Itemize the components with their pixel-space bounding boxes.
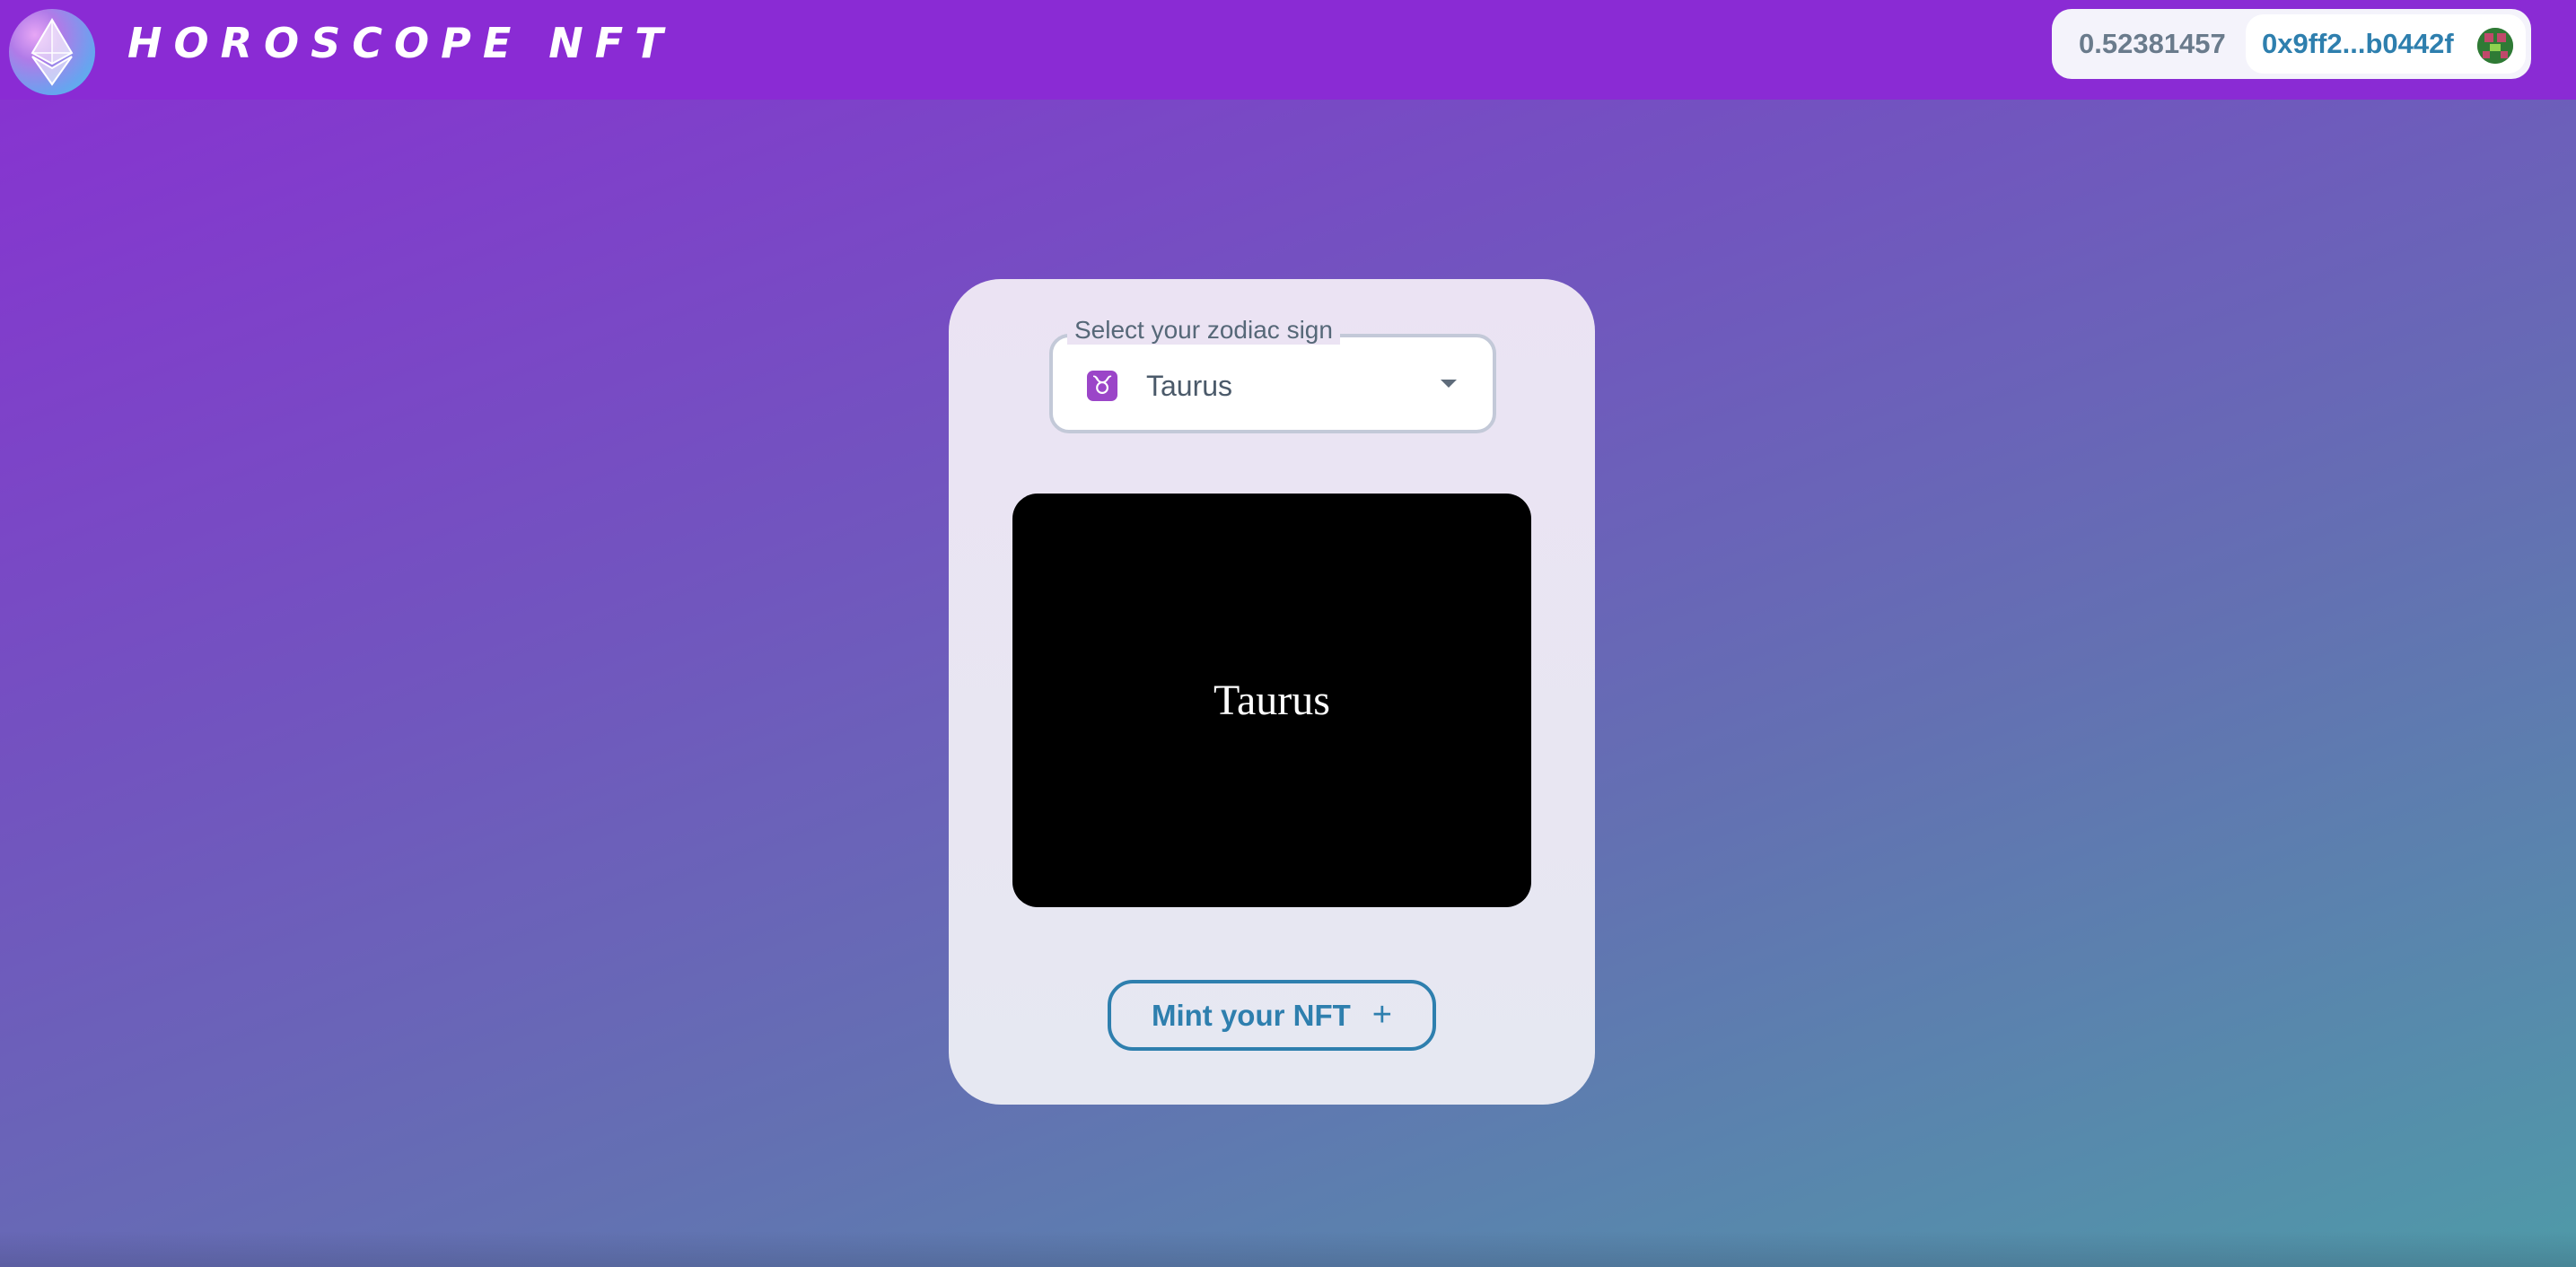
ethereum-logo-icon[interactable] xyxy=(9,9,95,95)
mint-button-label: Mint your NFT xyxy=(1151,998,1351,1032)
top-bar: HOROSCOPE NFT 0.52381457 0x9ff2...b0442f xyxy=(0,0,2576,100)
wallet-address: 0x9ff2...b0442f xyxy=(2262,28,2454,59)
taurus-icon: ♉ xyxy=(1087,371,1117,401)
wallet-widget[interactable]: 0.52381457 0x9ff2...b0442f xyxy=(2052,9,2531,79)
account-button[interactable]: 0x9ff2...b0442f xyxy=(2246,14,2526,74)
zodiac-select-value: Taurus xyxy=(1146,370,1233,402)
caret-down-icon[interactable] xyxy=(1441,380,1457,388)
zodiac-select-label: Select your zodiac sign xyxy=(1067,316,1340,345)
ethereum-icon xyxy=(31,18,74,86)
plus-icon: + xyxy=(1371,996,1392,1034)
account-avatar-icon xyxy=(2477,28,2513,64)
nft-preview: Taurus xyxy=(1012,494,1531,907)
brand-title: HOROSCOPE NFT xyxy=(127,19,675,67)
mint-nft-button[interactable]: Mint your NFT + xyxy=(1108,980,1436,1051)
bottom-shadow xyxy=(0,1231,2576,1267)
mint-card: ♉ Taurus Select your zodiac sign Taurus … xyxy=(949,279,1595,1105)
wallet-balance: 0.52381457 xyxy=(2079,28,2226,59)
zodiac-select[interactable]: ♉ Taurus xyxy=(1049,334,1496,433)
nft-preview-text: Taurus xyxy=(1214,677,1330,724)
